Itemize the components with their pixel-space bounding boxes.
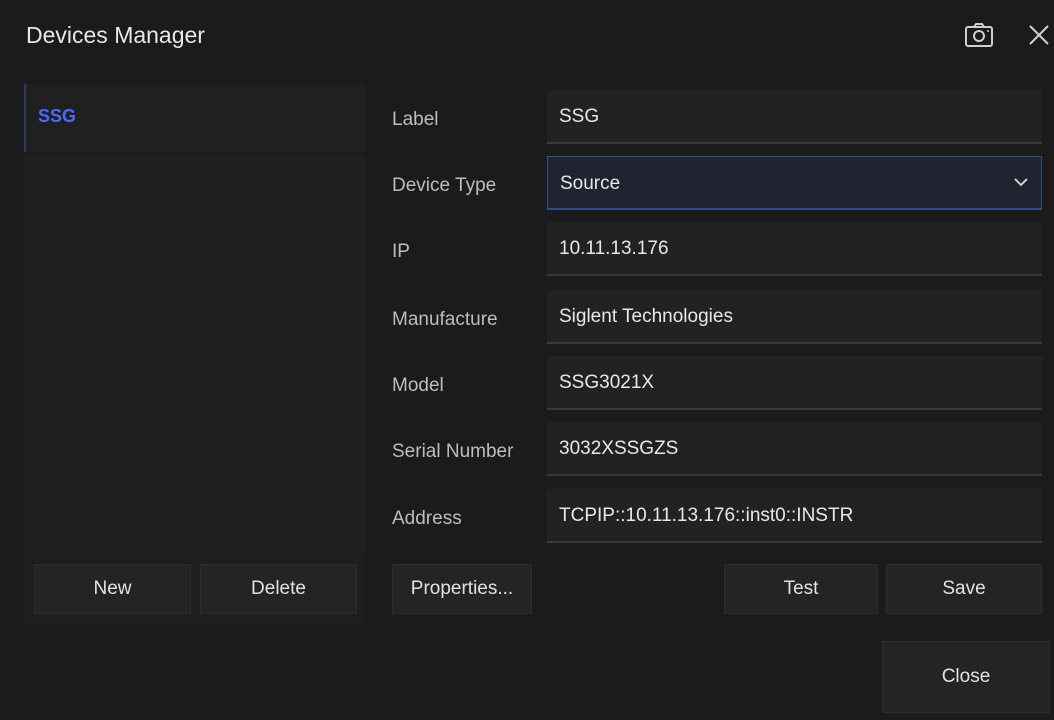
device-list-panel: SSG New Delete xyxy=(24,84,366,624)
new-button-label: New xyxy=(93,578,132,599)
list-item-ssg[interactable]: SSG xyxy=(24,84,366,152)
address-field-value: TCPIP::10.11.13.176::inst0::INSTR xyxy=(559,505,854,526)
label-field-value: SSG xyxy=(559,106,600,127)
device-list[interactable]: SSG xyxy=(24,84,366,554)
serial-number-field-value: 3032XSSGZS xyxy=(559,438,679,459)
device-list-empty-area xyxy=(24,154,366,554)
delete-button[interactable]: Delete xyxy=(200,564,357,614)
properties-button[interactable]: Properties... xyxy=(392,564,532,614)
model-label: Model xyxy=(392,375,444,396)
device-type-label: Device Type xyxy=(392,175,497,196)
save-button[interactable]: Save xyxy=(886,564,1042,614)
model-field-value: SSG3021X xyxy=(559,372,655,393)
ip-field[interactable]: 10.11.13.176 xyxy=(547,222,1042,276)
close-icon[interactable] xyxy=(1026,22,1052,48)
close-button-label: Close xyxy=(941,666,991,687)
manufacture-field[interactable]: Siglent Technologies xyxy=(547,290,1042,344)
save-button-label: Save xyxy=(942,578,986,599)
title-bar: Devices Manager xyxy=(0,0,1054,72)
address-label: Address xyxy=(392,508,462,529)
camera-icon[interactable] xyxy=(964,22,994,48)
label-label: Label xyxy=(392,109,439,130)
properties-button-label: Properties... xyxy=(410,578,514,599)
manufacture-field-value: Siglent Technologies xyxy=(559,306,733,327)
manufacture-label: Manufacture xyxy=(392,309,498,330)
test-button-label: Test xyxy=(783,578,819,599)
test-button[interactable]: Test xyxy=(724,564,878,614)
serial-number-label: Serial Number xyxy=(392,441,514,462)
chevron-down-icon xyxy=(1014,178,1028,187)
address-field[interactable]: TCPIP::10.11.13.176::inst0::INSTR xyxy=(547,489,1042,543)
ip-label: IP xyxy=(392,241,410,262)
ip-field-value: 10.11.13.176 xyxy=(559,238,669,259)
new-button[interactable]: New xyxy=(34,564,191,614)
close-button[interactable]: Close xyxy=(882,641,1050,713)
device-type-select[interactable]: Source xyxy=(547,156,1042,210)
device-item-label: SSG xyxy=(38,106,77,126)
delete-button-label: Delete xyxy=(251,578,306,599)
window-title: Devices Manager xyxy=(26,22,205,48)
label-field[interactable]: SSG xyxy=(547,90,1042,144)
serial-number-field[interactable]: 3032XSSGZS xyxy=(547,422,1042,476)
model-field[interactable]: SSG3021X xyxy=(547,356,1042,410)
device-type-value: Source xyxy=(560,173,621,194)
devices-manager-window: Devices Manager SSG New Delete Label Dev… xyxy=(0,0,1054,720)
